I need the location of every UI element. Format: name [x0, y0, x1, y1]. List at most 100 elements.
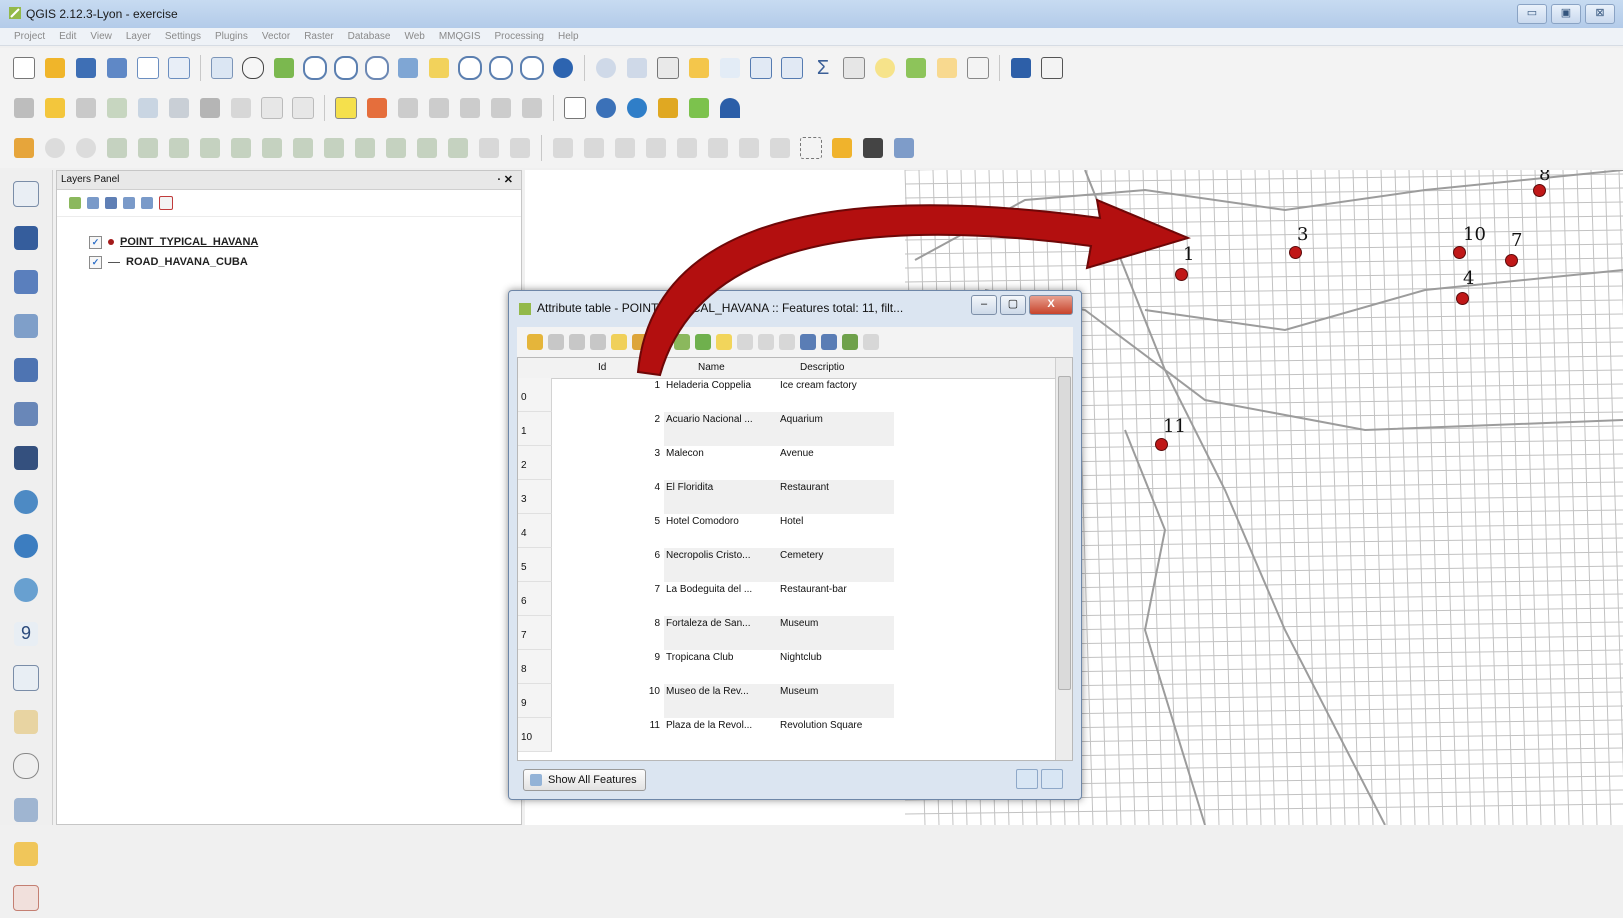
- pin-labels-icon[interactable]: [394, 94, 422, 122]
- cell-name[interactable]: El Floridita: [666, 482, 778, 493]
- row-header[interactable]: 0: [518, 378, 552, 412]
- pan-to-selection-icon[interactable]: [270, 54, 298, 82]
- row-header[interactable]: 2: [518, 446, 552, 480]
- add-wfs-layer-icon[interactable]: [6, 570, 46, 610]
- zoom-full-icon[interactable]: [394, 54, 422, 82]
- advanced-digitize-icon[interactable]: [10, 134, 38, 162]
- cell-descriptio[interactable]: Cemetery: [780, 550, 894, 561]
- deselect-icon[interactable]: [685, 54, 713, 82]
- add-vector-layer-icon[interactable]: [6, 174, 46, 214]
- pencil-icon[interactable]: [828, 134, 856, 162]
- map-point-4[interactable]: [1456, 292, 1469, 305]
- zoom-layer-icon[interactable]: [456, 54, 484, 82]
- ungroup-items-icon[interactable]: [766, 134, 794, 162]
- save-as-icon[interactable]: [103, 54, 131, 82]
- cell-descriptio[interactable]: Ice cream factory: [780, 380, 894, 391]
- map-point-3[interactable]: [1289, 246, 1302, 259]
- add-ring-icon[interactable]: [103, 134, 131, 162]
- cell-descriptio[interactable]: Avenue: [780, 448, 894, 459]
- new-project-icon[interactable]: [10, 54, 38, 82]
- merge-attributes-icon[interactable]: [413, 134, 441, 162]
- align-top-icon[interactable]: [611, 134, 639, 162]
- row-header[interactable]: 4: [518, 514, 552, 548]
- column-header-descriptio[interactable]: Descriptio: [800, 362, 844, 373]
- delete-column-icon[interactable]: [779, 334, 795, 350]
- minimize-button[interactable]: ▭: [1517, 4, 1547, 24]
- table-row[interactable]: 8 9 Tropicana Club Nightclub: [518, 650, 1058, 684]
- map-point-1[interactable]: [1175, 268, 1188, 281]
- row-header[interactable]: 1: [518, 412, 552, 446]
- table-row[interactable]: 10 11 Plaza de la Revol... Revolution Squar…: [518, 718, 1058, 752]
- cell-descriptio[interactable]: Aquarium: [780, 414, 894, 425]
- paste-features-icon[interactable]: [289, 94, 317, 122]
- pan-hand-icon[interactable]: [239, 54, 267, 82]
- copy-rows-icon[interactable]: [737, 334, 753, 350]
- menu-vector[interactable]: Vector: [262, 28, 290, 45]
- merge-features-icon[interactable]: [382, 134, 410, 162]
- zoom-to-selected-icon[interactable]: [716, 334, 732, 350]
- table-row[interactable]: 7 8 Fortaleza de San... Museum: [518, 616, 1058, 650]
- table-row[interactable]: 2 3 Malecon Avenue: [518, 446, 1058, 480]
- cell-name[interactable]: Malecon: [666, 448, 778, 459]
- table-row[interactable]: 4 5 Hotel Comodoro Hotel: [518, 514, 1058, 548]
- row-header[interactable]: 9: [518, 684, 552, 718]
- cell-id[interactable]: 6: [552, 548, 664, 582]
- delete-selected-features-icon[interactable]: [569, 334, 585, 350]
- save-edits-icon[interactable]: [548, 334, 564, 350]
- field-calculator-icon[interactable]: [778, 54, 806, 82]
- save-project-icon[interactable]: [72, 54, 100, 82]
- delete-selected-icon[interactable]: [196, 94, 224, 122]
- map-point-10[interactable]: [1453, 246, 1466, 259]
- align-right-icon[interactable]: [580, 134, 608, 162]
- collapse-all-icon[interactable]: [141, 197, 153, 209]
- map-point-7[interactable]: [1505, 254, 1518, 267]
- cell-id[interactable]: 11: [552, 718, 664, 752]
- add-raster-layer-icon[interactable]: [6, 218, 46, 258]
- rotate-label-icon[interactable]: [487, 94, 515, 122]
- new-field-icon[interactable]: [590, 334, 606, 350]
- identify-icon[interactable]: [592, 54, 620, 82]
- fill-ring-icon[interactable]: [165, 134, 193, 162]
- map-tips-icon[interactable]: [871, 54, 899, 82]
- menu-processing[interactable]: Processing: [495, 28, 544, 45]
- map-point-11[interactable]: [1155, 438, 1168, 451]
- row-header[interactable]: 7: [518, 616, 552, 650]
- table-row[interactable]: 1 2 Acuario Nacional ... Aquarium: [518, 412, 1058, 446]
- menu-web[interactable]: Web: [404, 28, 424, 45]
- menu-settings[interactable]: Settings: [165, 28, 201, 45]
- cell-id[interactable]: 7: [552, 582, 664, 616]
- save-edits-icon[interactable]: [72, 94, 100, 122]
- cell-descriptio[interactable]: Restaurant: [780, 482, 894, 493]
- zoom-in-icon[interactable]: [301, 54, 329, 82]
- label-abc-icon[interactable]: [332, 94, 360, 122]
- dock-icon[interactable]: [842, 334, 858, 350]
- redo-icon[interactable]: [72, 134, 100, 162]
- lower-items-icon[interactable]: [704, 134, 732, 162]
- group-items-icon[interactable]: [735, 134, 763, 162]
- vertical-scrollbar[interactable]: [1055, 358, 1072, 760]
- add-db2-layer-icon[interactable]: [6, 438, 46, 478]
- paste-rows-icon[interactable]: [758, 334, 774, 350]
- cell-descriptio[interactable]: Hotel: [780, 516, 894, 527]
- route-icon[interactable]: [716, 94, 744, 122]
- menu-project[interactable]: Project: [14, 28, 45, 45]
- select-features-icon[interactable]: [623, 54, 651, 82]
- cell-name[interactable]: La Bodeguita del ...: [666, 584, 778, 595]
- row-header[interactable]: 5: [518, 548, 552, 582]
- table-row[interactable]: 6 7 La Bodeguita del ... Restaurant-bar: [518, 582, 1058, 616]
- filter-legend-icon[interactable]: [105, 197, 117, 209]
- menu-database[interactable]: Database: [348, 28, 391, 45]
- table-row[interactable]: 0 1 Heladeria Coppelia Ice cream factory: [518, 378, 1058, 412]
- globe-icon[interactable]: [623, 94, 651, 122]
- menu-edit[interactable]: Edit: [59, 28, 76, 45]
- add-delimited-text-icon[interactable]: 9: [6, 614, 46, 654]
- cell-name[interactable]: Fortaleza de San...: [666, 618, 778, 629]
- help-icon[interactable]: [1007, 54, 1035, 82]
- cut-features-icon[interactable]: [227, 94, 255, 122]
- add-point-icon[interactable]: [6, 790, 46, 830]
- cell-descriptio[interactable]: Restaurant-bar: [780, 584, 894, 595]
- offset-curve-icon[interactable]: [289, 134, 317, 162]
- row-header[interactable]: 8: [518, 650, 552, 684]
- gps-tool-icon[interactable]: [654, 94, 682, 122]
- toggle-editing-icon[interactable]: [41, 94, 69, 122]
